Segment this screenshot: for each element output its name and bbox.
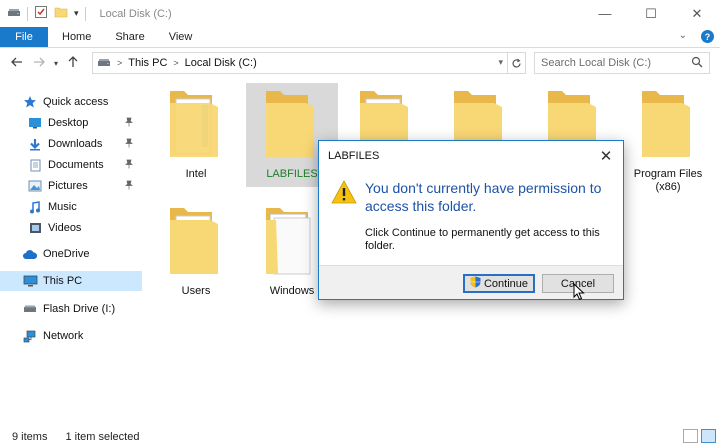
sidebar-item-label: Videos: [48, 222, 82, 234]
navigation-pane: Quick access Desktop Downloads Documents…: [0, 86, 142, 422]
folder-icon: [166, 200, 226, 283]
sidebar-item-label: Quick access: [43, 96, 109, 108]
title-bar: ▾ Local Disk (C:) — ☐ ✕: [0, 0, 720, 27]
pictures-icon: [27, 179, 43, 193]
sidebar-item-label: Documents: [48, 159, 104, 171]
sidebar-item-quick-access[interactable]: Quick access: [0, 92, 142, 112]
selection-count: 1 item selected: [65, 430, 140, 443]
recent-locations-chevron-icon[interactable]: ▾: [50, 59, 62, 68]
pin-icon[interactable]: [124, 138, 134, 151]
navigation-bar: ▾ > This PC > Local Disk (C:) ▾ Search L…: [0, 48, 720, 78]
new-folder-icon[interactable]: [54, 6, 68, 21]
sidebar-item-pictures[interactable]: Pictures: [0, 176, 142, 196]
folder-name: Intel: [185, 168, 207, 180]
forward-arrow-icon[interactable]: [28, 56, 50, 70]
cloud-icon: [22, 247, 38, 261]
dialog-title: LABFILES: [328, 149, 380, 162]
sidebar-item-label: Desktop: [48, 117, 89, 129]
usb-drive-icon: [22, 302, 38, 316]
drive-icon: [7, 6, 21, 21]
pin-icon[interactable]: [124, 159, 134, 172]
expand-ribbon-chevron-icon[interactable]: ⌄: [679, 30, 687, 43]
breadcrumb-separator-icon[interactable]: >: [117, 58, 122, 68]
search-icon[interactable]: [691, 56, 703, 71]
permission-dialog: LABFILES ✕ You don't currently have perm…: [318, 140, 624, 300]
ribbon-tabs: File Home Share View ⌄ ?: [0, 27, 720, 48]
uac-shield-icon: [470, 276, 481, 291]
address-history-chevron-icon[interactable]: ▾: [498, 57, 503, 68]
sidebar-item-label: This PC: [43, 275, 83, 287]
dialog-close-button[interactable]: ✕: [589, 141, 623, 170]
folder-name: Users: [181, 285, 211, 297]
quick-access-toolbar: ▾: [0, 0, 92, 27]
tab-share[interactable]: Share: [103, 27, 156, 47]
window-title: Local Disk (C:): [99, 7, 172, 20]
music-icon: [27, 200, 43, 214]
tab-view[interactable]: View: [157, 27, 205, 47]
tab-file[interactable]: File: [0, 27, 48, 47]
refresh-icon[interactable]: [507, 53, 525, 73]
status-bar: 9 items 1 item selected: [0, 426, 720, 447]
folder-icon: [262, 83, 322, 166]
sidebar-item-label: Pictures: [48, 180, 88, 192]
folder-name: Program Files (x86): [633, 168, 703, 193]
sidebar-item-flash-drive[interactable]: Flash Drive (I:): [0, 299, 142, 319]
pin-icon[interactable]: [124, 180, 134, 193]
sidebar-item-music[interactable]: Music: [0, 197, 142, 217]
folder-intel[interactable]: Intel: [150, 83, 242, 187]
item-count: 9 items: [12, 430, 48, 443]
folder-program-files-x86[interactable]: Program Files (x86): [622, 83, 714, 193]
breadcrumb-this-pc[interactable]: This PC: [128, 57, 167, 69]
documents-icon: [27, 158, 43, 172]
sidebar-item-label: Downloads: [48, 138, 103, 150]
up-arrow-icon[interactable]: [62, 55, 84, 71]
folder-icon: [262, 200, 322, 283]
customize-toolbar-chevron-icon[interactable]: ▾: [74, 8, 79, 19]
sidebar-item-onedrive[interactable]: OneDrive: [0, 244, 142, 264]
sidebar-item-videos[interactable]: Videos: [0, 218, 142, 238]
folder-icon: [638, 83, 698, 166]
address-bar[interactable]: > This PC > Local Disk (C:) ▾: [92, 52, 526, 74]
close-button[interactable]: ✕: [674, 0, 720, 27]
sidebar-item-label: Music: [48, 201, 77, 213]
back-arrow-icon[interactable]: [6, 56, 28, 70]
warning-icon: [331, 180, 357, 207]
folder-name: Windows: [269, 285, 315, 297]
star-icon: [22, 95, 38, 109]
minimize-button[interactable]: —: [582, 0, 628, 27]
breadcrumb-local-disk[interactable]: Local Disk (C:): [185, 57, 257, 69]
dialog-message: You don't currently have permission to a…: [365, 180, 602, 214]
properties-icon[interactable]: [34, 5, 48, 22]
mouse-cursor-icon: [573, 282, 585, 304]
search-input[interactable]: Search Local Disk (C:): [534, 52, 710, 74]
videos-icon: [27, 221, 43, 235]
breadcrumb-separator-icon[interactable]: >: [173, 58, 178, 68]
continue-label: Continue: [483, 277, 529, 290]
desktop-icon: [27, 116, 43, 130]
sidebar-item-label: OneDrive: [43, 248, 90, 260]
sidebar-item-this-pc[interactable]: This PC: [0, 271, 142, 291]
sidebar-item-desktop[interactable]: Desktop: [0, 113, 142, 133]
sidebar-item-downloads[interactable]: Downloads: [0, 134, 142, 154]
download-icon: [27, 137, 43, 151]
help-icon[interactable]: ?: [701, 30, 714, 43]
sidebar-item-label: Network: [43, 330, 84, 342]
sidebar-item-documents[interactable]: Documents: [0, 155, 142, 175]
pin-icon[interactable]: [124, 117, 134, 130]
large-icons-view-icon[interactable]: [701, 429, 716, 443]
sidebar-item-network[interactable]: Network: [0, 326, 142, 346]
folder-name: LABFILES: [266, 168, 318, 180]
tab-home[interactable]: Home: [48, 27, 103, 47]
dialog-detail: Click Continue to permanently get access…: [365, 227, 600, 252]
computer-icon: [22, 274, 38, 288]
search-placeholder: Search Local Disk (C:): [541, 57, 652, 69]
sidebar-item-label: Flash Drive (I:): [43, 303, 116, 315]
details-view-icon[interactable]: [683, 429, 698, 443]
address-drive-icon: [97, 56, 111, 71]
network-icon: [22, 329, 38, 343]
folder-users[interactable]: Users: [150, 200, 242, 304]
maximize-button[interactable]: ☐: [628, 0, 674, 27]
folder-icon: [166, 83, 226, 166]
continue-button[interactable]: Continue: [463, 274, 535, 293]
